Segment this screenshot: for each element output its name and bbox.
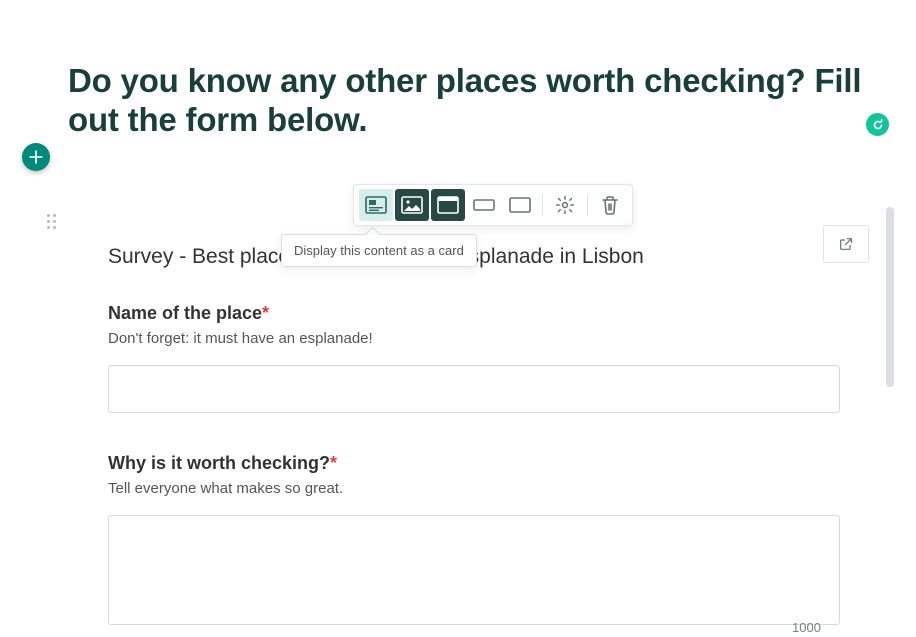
survey-title: Survey - Best places for beer with an es… [108, 245, 851, 269]
full-width-button[interactable] [431, 189, 465, 221]
toolbar-separator [542, 194, 543, 216]
field-help: Tell everyone what makes so great. [108, 480, 851, 497]
content-panel: Survey - Best places for beer with an es… [68, 205, 891, 637]
open-external-button[interactable] [823, 225, 869, 263]
place-name-input[interactable] [108, 365, 840, 413]
field-label: Why is it worth checking?* [108, 453, 851, 474]
scrollbar-thumb[interactable] [886, 207, 894, 387]
add-block-button[interactable] [22, 143, 50, 171]
field-label: Name of the place* [108, 303, 851, 324]
field-help: Don't forget: it must have an esplanade! [108, 330, 851, 347]
field-label-text: Name of the place [108, 303, 262, 323]
container-b-button[interactable] [503, 189, 537, 221]
container-a-button[interactable] [467, 189, 501, 221]
image-display-button[interactable] [395, 189, 429, 221]
required-mark: * [330, 453, 337, 473]
scrollbar[interactable] [886, 205, 894, 625]
tooltip: Display this content as a card [281, 234, 477, 267]
char-counter: 1000 [792, 620, 821, 635]
block-toolbar [353, 184, 633, 226]
page-title: Do you know any other places worth check… [68, 62, 868, 140]
display-card-button[interactable] [359, 189, 393, 221]
delete-button[interactable] [593, 189, 627, 221]
field-label-text: Why is it worth checking? [108, 453, 330, 473]
required-mark: * [262, 303, 269, 323]
reason-textarea[interactable] [108, 515, 840, 625]
settings-button[interactable] [548, 189, 582, 221]
drag-handle[interactable] [46, 213, 58, 229]
tooltip-text: Display this content as a card [294, 243, 464, 258]
grammarly-badge[interactable] [866, 113, 889, 136]
toolbar-separator [587, 194, 588, 216]
